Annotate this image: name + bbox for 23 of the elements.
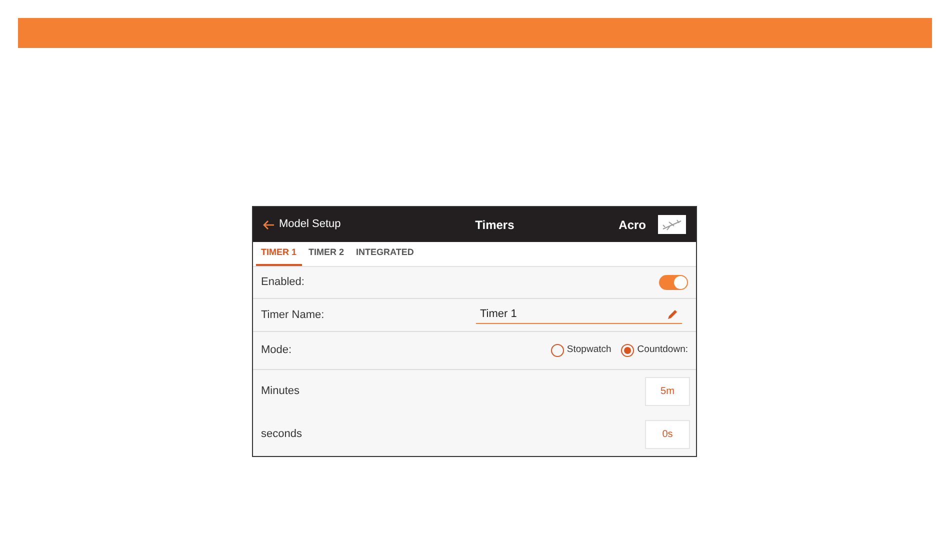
- mode-label: Mode:: [261, 343, 292, 358]
- value-field[interactable]: 5m: [645, 377, 690, 406]
- model-name: Acro: [618, 216, 646, 234]
- timer-name-field[interactable]: Timer 1: [476, 306, 682, 324]
- radio-button[interactable]: [550, 344, 564, 357]
- mode-option-label: Stopwatch: [566, 343, 612, 358]
- screen-title: Timers: [474, 216, 516, 234]
- enabled-switch[interactable]: [659, 275, 688, 290]
- back-arrow-icon: [263, 220, 275, 230]
- value-label: seconds: [261, 427, 302, 442]
- timer-name-label: Timer Name:: [261, 308, 324, 323]
- back-button[interactable]: Model Setup: [263, 216, 341, 233]
- value-field[interactable]: 0s: [645, 420, 690, 449]
- tab[interactable]: TIMER 2: [304, 242, 350, 266]
- tab[interactable]: INTEGRATED: [351, 242, 419, 266]
- value-label: Minutes: [261, 384, 300, 400]
- radio-button[interactable]: [621, 344, 634, 357]
- enabled-label: Enabled:: [261, 275, 304, 290]
- model-button[interactable]: [658, 215, 686, 234]
- airplane-icon: [661, 218, 683, 232]
- pencil-icon: [667, 309, 678, 320]
- mode-option-label: Countdown:: [637, 343, 688, 358]
- tab[interactable]: TIMER 1: [256, 242, 302, 266]
